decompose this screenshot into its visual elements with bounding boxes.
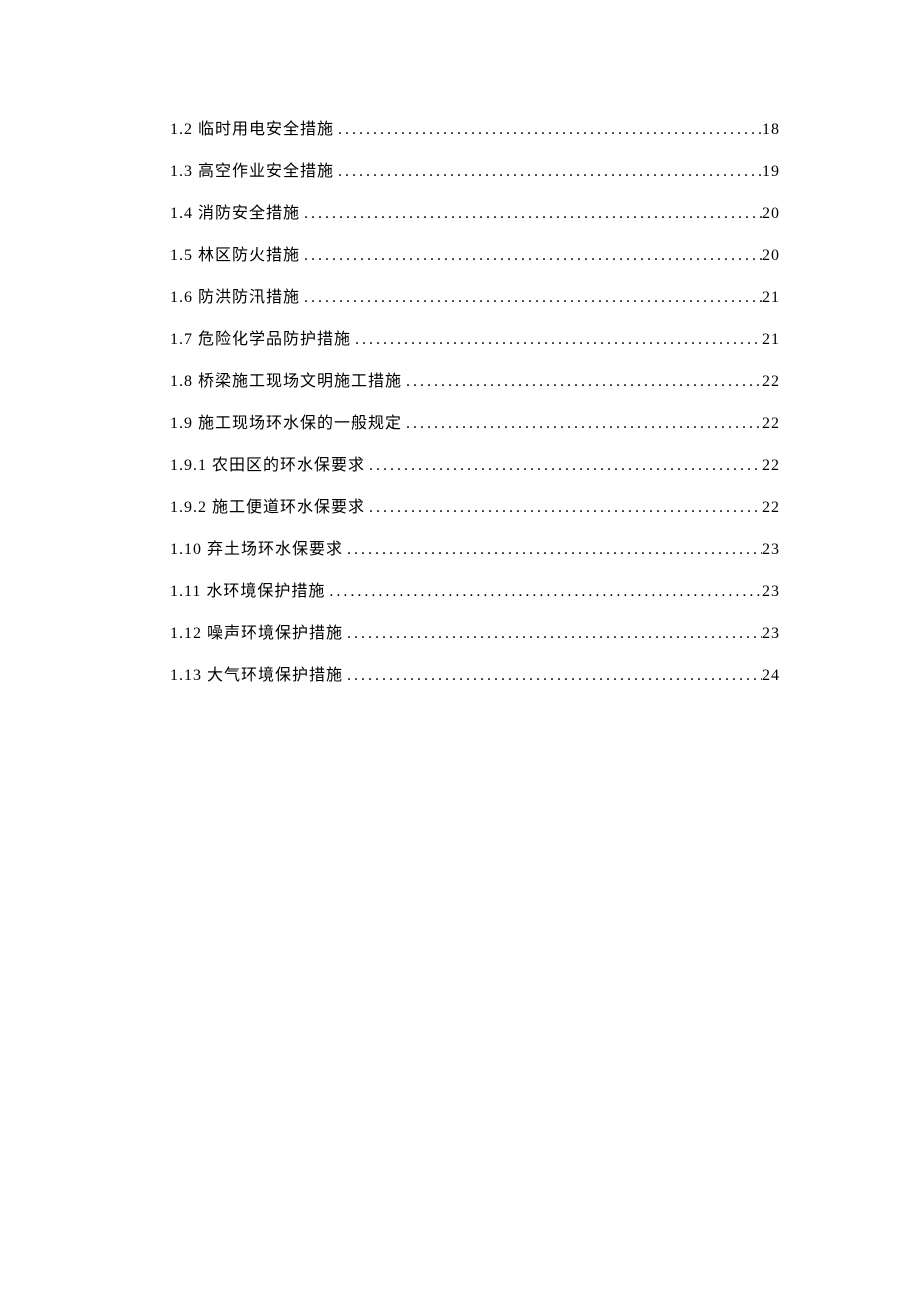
toc-entry: 1.8 桥梁施工现场文明施工措施 22 (170, 367, 780, 391)
toc-page: 19 (762, 163, 780, 181)
toc-label: 1.9.1 农田区的环水保要求 (170, 451, 365, 475)
toc-dots (300, 205, 762, 223)
toc-entry: 1.12 噪声环境保护措施 23 (170, 619, 780, 643)
toc-dots (343, 625, 762, 643)
toc-dots (343, 541, 762, 559)
toc-dots (365, 457, 762, 475)
toc-page: 22 (762, 499, 780, 517)
toc-dots (402, 373, 762, 391)
toc-label: 1.13 大气环境保护措施 (170, 661, 343, 685)
toc-label: 1.5 林区防火措施 (170, 241, 300, 265)
toc-label: 1.2 临时用电安全措施 (170, 115, 334, 139)
toc-label: 1.11 水环境保护措施 (170, 577, 325, 601)
toc-entry: 1.4 消防安全措施 20 (170, 199, 780, 223)
toc-label: 1.10 弃土场环水保要求 (170, 535, 343, 559)
toc-page: 23 (762, 541, 780, 559)
toc-dots (365, 499, 762, 517)
toc-entry: 1.2 临时用电安全措施 18 (170, 115, 780, 139)
toc-dots (343, 667, 762, 685)
toc-entry: 1.9.2 施工便道环水保要求 22 (170, 493, 780, 517)
toc-page: 18 (762, 121, 780, 139)
toc-label: 1.6 防洪防汛措施 (170, 283, 300, 307)
toc-dots (402, 415, 762, 433)
toc-page: 23 (762, 625, 780, 643)
toc-page: 23 (762, 583, 780, 601)
toc-label: 1.8 桥梁施工现场文明施工措施 (170, 367, 402, 391)
toc-page: 20 (762, 247, 780, 265)
toc-dots (300, 247, 762, 265)
toc-entry: 1.11 水环境保护措施 23 (170, 577, 780, 601)
toc-label: 1.12 噪声环境保护措施 (170, 619, 343, 643)
toc-entry: 1.7 危险化学品防护措施 21 (170, 325, 780, 349)
toc-page: 22 (762, 373, 780, 391)
toc-entry: 1.5 林区防火措施 20 (170, 241, 780, 265)
toc-label: 1.4 消防安全措施 (170, 199, 300, 223)
toc-label: 1.9.2 施工便道环水保要求 (170, 493, 365, 517)
toc-dots (300, 289, 762, 307)
toc-entry: 1.9 施工现场环水保的一般规定 22 (170, 409, 780, 433)
toc-entry: 1.6 防洪防汛措施 21 (170, 283, 780, 307)
toc-page: 21 (762, 331, 780, 349)
toc-dots (334, 121, 762, 139)
toc-entry: 1.3 高空作业安全措施 19 (170, 157, 780, 181)
toc-page: 22 (762, 415, 780, 433)
toc-entry: 1.10 弃土场环水保要求 23 (170, 535, 780, 559)
toc-page: 22 (762, 457, 780, 475)
toc-dots (351, 331, 762, 349)
toc-container: 1.2 临时用电安全措施 18 1.3 高空作业安全措施 19 1.4 消防安全… (170, 115, 780, 685)
toc-label: 1.7 危险化学品防护措施 (170, 325, 351, 349)
toc-page: 24 (762, 667, 780, 685)
toc-page: 20 (762, 205, 780, 223)
toc-dots (334, 163, 762, 181)
toc-entry: 1.9.1 农田区的环水保要求 22 (170, 451, 780, 475)
toc-label: 1.9 施工现场环水保的一般规定 (170, 409, 402, 433)
toc-dots (325, 583, 762, 601)
toc-entry: 1.13 大气环境保护措施 24 (170, 661, 780, 685)
toc-label: 1.3 高空作业安全措施 (170, 157, 334, 181)
toc-page: 21 (762, 289, 780, 307)
